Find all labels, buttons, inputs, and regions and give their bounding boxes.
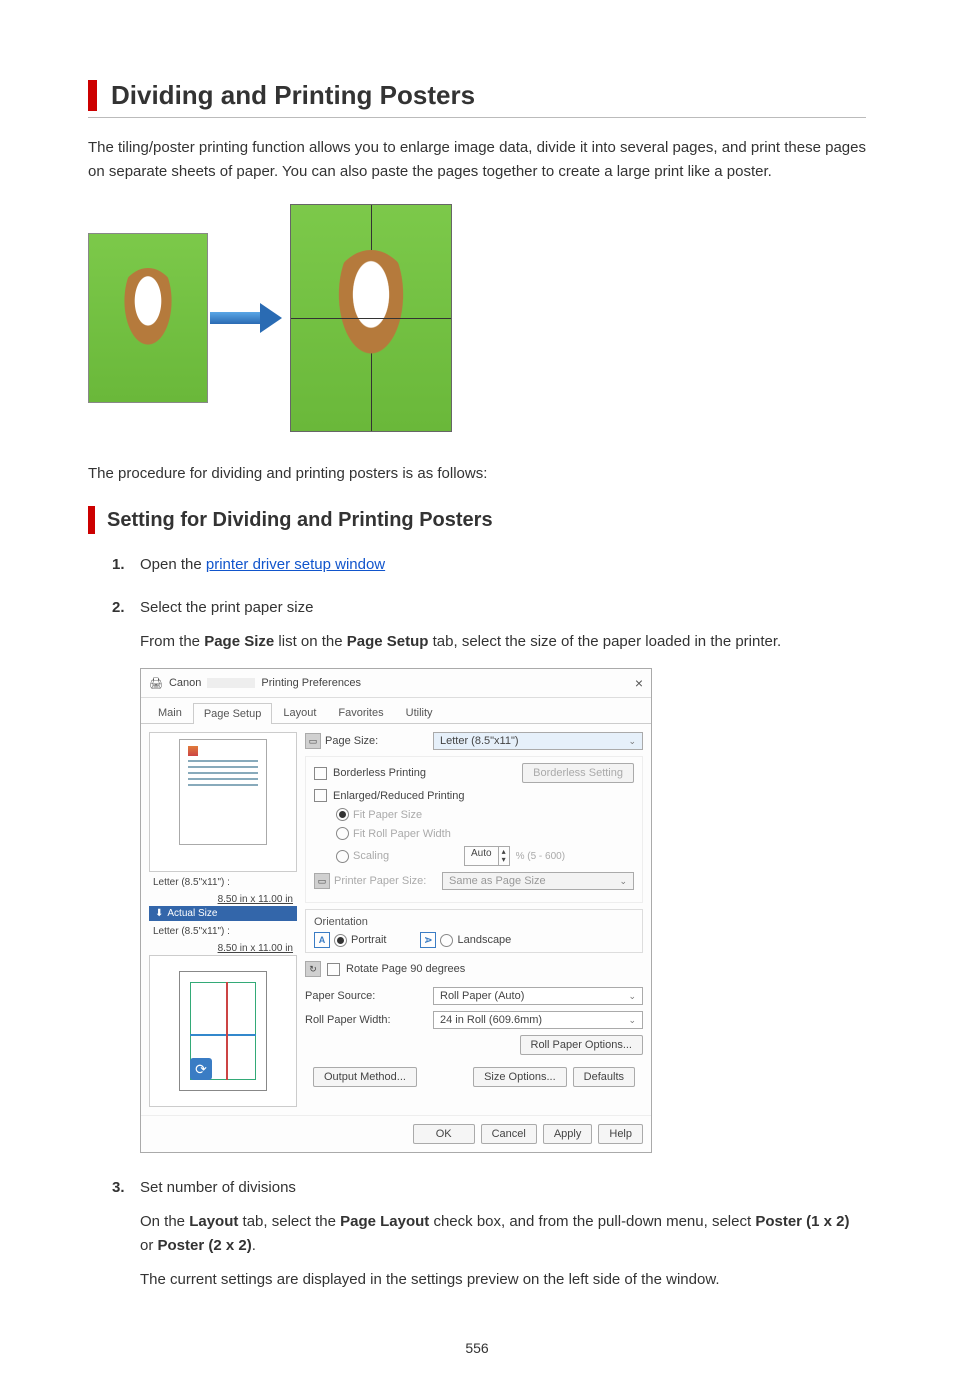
printer-icon: 🖨: [149, 677, 163, 690]
roll-width-select[interactable]: 24 in Roll (609.6mm)⌄: [433, 1011, 643, 1029]
fit-paper-label: Fit Paper Size: [353, 809, 422, 821]
intro-paragraph: The tiling/poster printing function allo…: [88, 136, 866, 184]
title-divider: [88, 117, 866, 118]
help-button[interactable]: Help: [598, 1124, 643, 1144]
preview-size-1a: Letter (8.5"x11") :: [153, 876, 230, 889]
close-icon[interactable]: ×: [635, 675, 643, 691]
dialog-tabs: Main Page Setup Layout Favorites Utility: [141, 698, 651, 724]
scaling-spinner[interactable]: Auto▴▾: [464, 846, 510, 866]
dialog-title-suffix: Printing Preferences: [261, 677, 361, 689]
page-size-label: Page Size:: [325, 735, 378, 747]
preview-size-2a: Letter (8.5"x11") :: [153, 925, 230, 938]
poster-illustration: [88, 204, 866, 432]
output-method-button[interactable]: Output Method...: [313, 1067, 417, 1087]
fit-roll-radio[interactable]: [336, 827, 349, 840]
page-size-select[interactable]: Letter (8.5"x11")⌄: [433, 732, 643, 750]
portrait-radio[interactable]: [334, 934, 347, 947]
section-heading: Setting for Dividing and Printing Poster…: [88, 506, 866, 534]
borderless-setting-button: Borderless Setting: [522, 763, 634, 783]
arrow-right-icon: [210, 303, 288, 333]
borderless-checkbox[interactable]: [314, 767, 327, 780]
enlarged-checkbox[interactable]: [314, 789, 327, 802]
preview-bottom: ⟳: [149, 955, 297, 1107]
actual-size-bar: ⬇ Actual Size: [149, 906, 297, 921]
down-arrow-icon: ⬇: [155, 908, 163, 919]
landscape-label: Landscape: [457, 934, 511, 946]
procedure-line: The procedure for dividing and printing …: [88, 462, 866, 486]
roll-paper-options-button[interactable]: Roll Paper Options...: [520, 1035, 644, 1055]
scaling-range: % (5 - 600): [516, 851, 565, 862]
step-2-number: 2.: [112, 599, 132, 616]
chevron-down-icon: ⌄: [628, 991, 636, 1002]
step-3-title: Set number of divisions: [140, 1179, 296, 1196]
step-3-number: 3.: [112, 1179, 132, 1196]
printing-preferences-dialog: 🖨 Canon Printing Preferences × Main Page…: [140, 668, 652, 1153]
rotate-label: Rotate Page 90 degrees: [346, 963, 465, 975]
chevron-down-icon: ⌄: [628, 736, 636, 747]
landscape-radio[interactable]: [440, 934, 453, 947]
illustration-source-image: [88, 233, 208, 403]
illustration-poster-image: [290, 204, 452, 432]
page-number: 556: [88, 1340, 866, 1356]
landscape-icon: A: [420, 932, 436, 948]
step-1: 1. Open the printer driver setup window: [112, 556, 866, 573]
printer-paper-select: Same as Page Size⌄: [442, 872, 634, 890]
fit-roll-label: Fit Roll Paper Width: [353, 828, 451, 840]
tab-layout[interactable]: Layout: [272, 702, 327, 723]
step-2-title: Select the print paper size: [140, 599, 313, 616]
scaling-label: Scaling: [353, 850, 389, 862]
page-size-icon: ▭: [305, 733, 321, 749]
step-1-number: 1.: [112, 556, 132, 573]
step-1-prefix: Open the: [140, 556, 206, 573]
rotate-checkbox[interactable]: [327, 963, 340, 976]
tab-page-setup[interactable]: Page Setup: [193, 703, 273, 724]
tab-utility[interactable]: Utility: [395, 702, 444, 723]
portrait-icon: A: [314, 932, 330, 948]
defaults-button[interactable]: Defaults: [573, 1067, 635, 1087]
ok-button[interactable]: OK: [413, 1124, 475, 1144]
roll-width-label: Roll Paper Width:: [305, 1014, 427, 1026]
page-title: Dividing and Printing Posters: [111, 80, 866, 111]
preview-size-1b: 8.50 in x 11.00 in: [218, 893, 293, 906]
tab-main[interactable]: Main: [147, 702, 193, 723]
fit-paper-radio[interactable]: [336, 808, 349, 821]
preview-top: [149, 732, 297, 872]
portrait-label: Portrait: [351, 934, 386, 946]
roll-icon: ⟳: [190, 1058, 212, 1080]
dialog-title-model-placeholder: [207, 678, 255, 688]
step-3: 3. Set number of divisions On the Layout…: [112, 1179, 866, 1292]
preview-size-2b: 8.50 in x 11.00 in: [218, 942, 293, 955]
cancel-button[interactable]: Cancel: [481, 1124, 537, 1144]
borderless-label: Borderless Printing: [333, 767, 516, 779]
rotate-icon: ↻: [305, 961, 321, 977]
step-2: 2. Select the print paper size From the …: [112, 599, 866, 1153]
tab-favorites[interactable]: Favorites: [327, 702, 394, 723]
chevron-down-icon: ⌄: [628, 1015, 636, 1026]
apply-button[interactable]: Apply: [543, 1124, 593, 1144]
printer-paper-label: Printer Paper Size:: [334, 875, 426, 887]
printer-paper-icon: ▭: [314, 873, 330, 889]
scaling-radio[interactable]: [336, 850, 349, 863]
orientation-legend: Orientation: [314, 916, 634, 928]
step-2-desc: From the Page Size list on the Page Setu…: [140, 630, 866, 654]
section-heading-text: Setting for Dividing and Printing Poster…: [107, 509, 493, 532]
step-3-desc-2: The current settings are displayed in th…: [140, 1268, 866, 1292]
size-options-button[interactable]: Size Options...: [473, 1067, 567, 1087]
step-3-desc-1: On the Layout tab, select the Page Layou…: [140, 1210, 866, 1258]
paper-source-label: Paper Source:: [305, 990, 427, 1002]
dialog-title-prefix: Canon: [169, 677, 201, 689]
printer-driver-link[interactable]: printer driver setup window: [206, 556, 385, 573]
enlarged-label: Enlarged/Reduced Printing: [333, 790, 464, 802]
paper-source-select[interactable]: Roll Paper (Auto)⌄: [433, 987, 643, 1005]
